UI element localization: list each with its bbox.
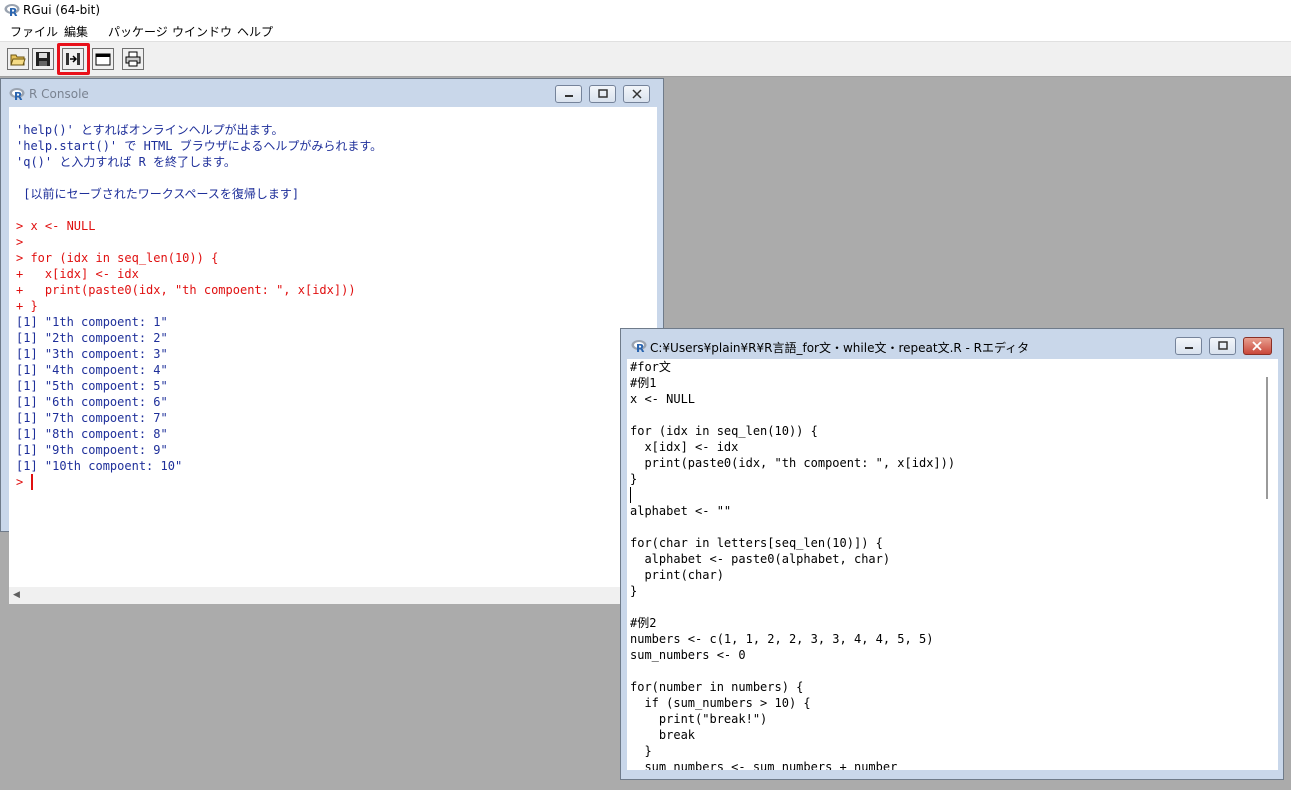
restore-button[interactable] [1209, 337, 1236, 355]
console-line: 'help.start()' で HTML ブラウザによるヘルプがみられます。 [16, 139, 383, 153]
window-button[interactable] [92, 48, 114, 70]
editor-text-area[interactable]: #for文 #例1 x <- NULL for (idx in seq_len(10)… [627, 359, 1265, 770]
console-line: [1] "6th compoent: 6" [16, 395, 168, 409]
menubar: ファイル 編集 パッケージ ウインドウ ヘルプ [0, 21, 1291, 41]
console-line: [1] "1th compoent: 1" [16, 315, 168, 329]
console-line: + x[idx] <- idx [16, 267, 139, 281]
open-script-button[interactable] [7, 48, 29, 70]
console-line: > for (idx in seq_len(10)) { [16, 251, 219, 265]
menu-window[interactable]: ウインドウ [172, 23, 232, 40]
console-line: [1] "5th compoent: 5" [16, 379, 168, 393]
r-logo-icon: R [631, 340, 647, 353]
save-button[interactable] [32, 48, 54, 70]
console-line: [1] "7th compoent: 7" [16, 411, 168, 425]
restore-icon [598, 89, 608, 98]
menu-file[interactable]: ファイル [10, 23, 58, 40]
svg-text:R: R [636, 342, 645, 353]
console-line: [1] "3th compoent: 3" [16, 347, 168, 361]
restore-button[interactable] [589, 85, 616, 103]
code-line: x <- NULL [630, 392, 696, 406]
text-cursor [31, 474, 33, 490]
restore-icon [1218, 341, 1228, 350]
minimize-icon [1185, 347, 1193, 349]
r-editor-titlebar[interactable]: R C:¥Users¥plain¥R¥R言語_for文・while文・repea… [621, 329, 1283, 357]
r-logo-icon: R [9, 88, 25, 101]
code-line: #例2 [630, 616, 657, 630]
console-line: > [16, 235, 24, 249]
print-button[interactable] [122, 48, 144, 70]
printer-icon [125, 51, 141, 67]
code-line: } [630, 584, 638, 598]
svg-text:R: R [14, 90, 23, 101]
close-icon [632, 89, 642, 99]
r-logo-icon: R [4, 4, 20, 17]
minimize-button[interactable] [555, 85, 582, 103]
code-line: #例1 [630, 376, 657, 390]
code-line: #for文 [630, 360, 671, 374]
menu-packages[interactable]: パッケージ [108, 23, 168, 40]
open-folder-icon [10, 54, 26, 66]
code-line: alphabet <- paste0(alphabet, char) [630, 552, 891, 566]
console-line: [1] "2th compoent: 2" [16, 331, 168, 345]
code-line: if (sum_numbers > 10) { [630, 696, 811, 710]
code-line: for(number in numbers) { [630, 680, 804, 694]
app-title: RGui (64-bit) [23, 3, 101, 17]
console-line: > [16, 475, 24, 489]
r-editor-window: R C:¥Users¥plain¥R¥R言語_for文・while文・repea… [620, 328, 1284, 780]
code-line: break [630, 728, 696, 742]
code-line: sum_numbers <- 0 [630, 648, 746, 662]
console-line: > x <- NULL [16, 219, 96, 233]
minimize-button[interactable] [1175, 337, 1202, 355]
close-button[interactable] [623, 85, 650, 103]
console-horizontal-scrollbar[interactable] [9, 587, 657, 604]
r-console-window: R R Console 'help()' とすればオンラインヘルプが出ます。'h… [0, 78, 664, 604]
console-line: + } [16, 299, 38, 313]
code-line: } [630, 472, 638, 486]
text-cursor [630, 487, 631, 503]
editor-scroll-thumb[interactable] [1266, 377, 1268, 499]
window-icon [95, 53, 111, 66]
menu-edit[interactable]: 編集 [64, 23, 88, 40]
code-line: print(char) [630, 568, 724, 582]
svg-text:R: R [9, 6, 18, 17]
code-line: x[idx] <- idx [630, 440, 739, 454]
toolbar [0, 41, 1291, 77]
console-output[interactable]: 'help()' とすればオンラインヘルプが出ます。 'help.start()'… [9, 107, 640, 587]
floppy-disk-icon [36, 52, 50, 66]
console-line: [以前にセーブされたワークスペースを復帰します] [16, 187, 300, 201]
code-line: print("break!") [630, 712, 768, 726]
scroll-left-icon[interactable]: ◀ [13, 590, 20, 600]
code-line: sum_numbers <- sum_numbers + number [630, 760, 898, 770]
code-line: print(paste0(idx, "th compoent: ", x[idx… [630, 456, 956, 470]
app-titlebar: R RGui (64-bit) [0, 0, 1291, 21]
code-line: for(char in letters[seq_len(10)]) { [630, 536, 883, 550]
console-line: 'help()' とすればオンラインヘルプが出ます。 [16, 123, 284, 137]
code-line: numbers <- c(1, 1, 2, 2, 3, 3, 4, 4, 5, … [630, 632, 934, 646]
highlight-box [57, 43, 90, 75]
r-editor-title: C:¥Users¥plain¥R¥R言語_for文・while文・repeat文… [650, 341, 1030, 355]
code-line: } [630, 744, 652, 758]
minimize-icon [565, 95, 573, 97]
console-line: [1] "4th compoent: 4" [16, 363, 168, 377]
close-icon [1252, 341, 1262, 351]
close-button[interactable] [1243, 337, 1272, 355]
code-line: for (idx in seq_len(10)) { [630, 424, 818, 438]
console-line: + print(paste0(idx, "th compoent: ", x[i… [16, 283, 356, 297]
menu-help[interactable]: ヘルプ [237, 23, 273, 40]
console-line: [1] "10th compoent: 10" [16, 459, 183, 473]
r-console-title: R Console [29, 87, 89, 101]
code-line: alphabet <- "" [630, 504, 732, 518]
console-line: [1] "8th compoent: 8" [16, 427, 168, 441]
console-line: [1] "9th compoent: 9" [16, 443, 168, 457]
r-console-titlebar[interactable]: R R Console [1, 79, 663, 107]
console-line: 'q()' と入力すれば R を終了します。 [16, 155, 236, 169]
